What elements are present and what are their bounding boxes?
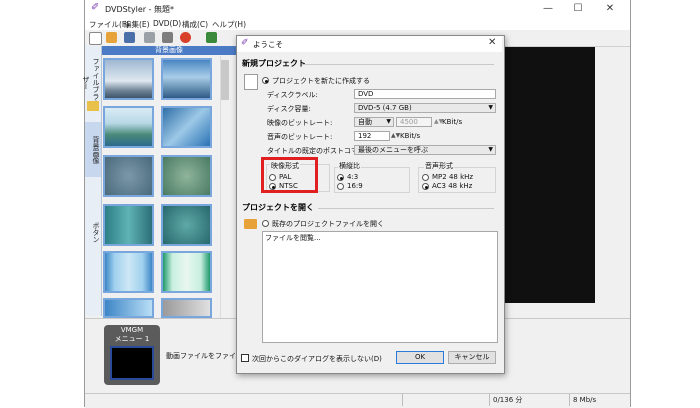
- new-project-heading: 新規プロジェクト: [242, 59, 306, 68]
- background-thumb[interactable]: [161, 155, 212, 197]
- project-file-list[interactable]: [262, 231, 498, 343]
- background-thumb[interactable]: [161, 106, 212, 148]
- close-button[interactable]: ✕: [595, 0, 625, 18]
- aspect-4-3-label: 4:3: [347, 173, 359, 181]
- audio-bitrate-input[interactable]: 192: [354, 131, 390, 141]
- divider: [318, 208, 494, 209]
- cancel-button[interactable]: キャンセル: [448, 351, 496, 364]
- ac3-radio[interactable]: [422, 183, 429, 190]
- video-bitrate-mode-select[interactable]: 自動 ▼: [354, 117, 394, 127]
- dialog-close-button[interactable]: ✕: [488, 37, 496, 48]
- new-document-icon: [244, 74, 258, 90]
- maximize-button[interactable]: ☐: [563, 0, 593, 18]
- dvdstyler-app-icon: ✐: [91, 2, 100, 13]
- menu-dvd[interactable]: DVD(D): [153, 19, 181, 28]
- vmgm-title: VMGM: [120, 326, 144, 334]
- chevron-down-icon: ▼: [386, 118, 391, 125]
- background-thumb[interactable]: [103, 251, 154, 293]
- menu-preview-canvas[interactable]: [503, 47, 595, 303]
- background-thumb[interactable]: [103, 155, 154, 197]
- dialog-title: ようこそ: [253, 40, 283, 49]
- new-file-icon[interactable]: [89, 32, 102, 45]
- dont-show-checkbox[interactable]: [241, 354, 249, 362]
- open-folder-icon: [244, 219, 257, 229]
- menu-help[interactable]: ヘルプ(H): [212, 19, 246, 30]
- video-bitrate-mode-value: 自動: [358, 118, 372, 126]
- dvdstyler-dialog-icon: ✐: [241, 38, 249, 48]
- status-empty: [402, 394, 491, 406]
- minimize-button[interactable]: —: [533, 0, 563, 18]
- open-project-heading: プロジェクトを開く: [242, 203, 314, 212]
- menu-config[interactable]: 構成(C): [182, 19, 208, 30]
- highlight-box: [261, 157, 318, 193]
- disc-label-label: ディスクラベル:: [267, 91, 318, 99]
- background-thumb[interactable]: [103, 298, 154, 318]
- audio-bitrate-unit: KBit/s: [400, 132, 421, 140]
- create-project-label: プロジェクトを新たに作成する: [272, 77, 370, 85]
- video-bitrate-unit: KBit/s: [442, 118, 463, 126]
- video-bitrate-input[interactable]: 4500: [396, 117, 432, 127]
- aspect-ratio-heading: 横縦比: [338, 161, 361, 171]
- disc-label-input[interactable]: DVD: [354, 89, 496, 99]
- post-command-select[interactable]: 最後のメニューを呼ぶ ▼: [354, 145, 496, 155]
- background-thumb[interactable]: [103, 58, 154, 100]
- burn-icon[interactable]: [180, 32, 191, 43]
- disc-capacity-select[interactable]: DVD-5 (4.7 GB) ▼: [354, 103, 496, 113]
- aspect-4-3-radio[interactable]: [337, 174, 344, 181]
- audio-bitrate-label: 音声のビットレート:: [267, 133, 333, 141]
- panel-scrollbar-thumb[interactable]: [221, 60, 229, 100]
- chevron-down-icon: ▼: [488, 104, 493, 111]
- aspect-16-9-label: 16:9: [347, 182, 363, 190]
- status-bitrate: 8 Mb/s: [569, 394, 631, 406]
- background-thumb[interactable]: [103, 204, 154, 246]
- background-thumb[interactable]: [161, 298, 212, 318]
- mp2-label: MP2 48 kHz: [432, 173, 474, 181]
- disc-capacity-value: DVD-5 (4.7 GB): [358, 104, 412, 112]
- chevron-down-icon: ▼: [488, 146, 493, 153]
- ok-button[interactable]: OK: [396, 351, 444, 364]
- open-project-radio[interactable]: [262, 220, 269, 227]
- status-progress: 0/136 分: [489, 394, 571, 406]
- menu-edit[interactable]: 編集(E): [124, 19, 150, 30]
- open-folder-icon[interactable]: [106, 32, 117, 43]
- vmgm-menu-label: メニュー 1: [114, 335, 150, 343]
- background-thumb[interactable]: [161, 204, 212, 246]
- mp2-radio[interactable]: [422, 174, 429, 181]
- divider: [302, 64, 494, 65]
- browse-files-item[interactable]: ファイルを閲覧...: [265, 233, 321, 243]
- background-thumb[interactable]: [103, 106, 154, 148]
- video-bitrate-label: 映像のビットレート:: [267, 119, 333, 127]
- dont-show-label: 次回からこのダイアログを表示しない(D): [252, 355, 382, 363]
- vmgm-menu-preview: [110, 346, 154, 380]
- audio-format-heading: 音声形式: [424, 161, 454, 171]
- tab-background[interactable]: 背景画像: [85, 122, 101, 177]
- open-project-label: 既存のプロジェクトファイルを開く: [272, 220, 384, 228]
- ac3-label: AC3 48 kHz: [432, 182, 473, 190]
- background-thumb[interactable]: [161, 58, 212, 100]
- tab-buttons[interactable]: ボタン: [85, 212, 101, 252]
- audio-bitrate-spinner[interactable]: ▲▼: [391, 132, 400, 139]
- save-icon[interactable]: [124, 32, 135, 43]
- tools-icon[interactable]: [162, 32, 173, 43]
- add-video-icon[interactable]: [206, 32, 217, 43]
- background-thumb[interactable]: [161, 251, 212, 293]
- vmgm-menu-thumb[interactable]: VMGM メニュー 1: [104, 325, 160, 385]
- folder-icon: [87, 101, 99, 111]
- window-title: DVDStyler - 無題*: [105, 5, 175, 14]
- post-command-value: 最後のメニューを呼ぶ: [358, 146, 428, 154]
- disc-capacity-label: ディスク容量:: [267, 105, 311, 113]
- aspect-16-9-radio[interactable]: [337, 183, 344, 190]
- create-project-radio[interactable]: [262, 77, 269, 84]
- panel-title: 背景画像: [102, 46, 236, 55]
- edit-icon[interactable]: [144, 32, 155, 43]
